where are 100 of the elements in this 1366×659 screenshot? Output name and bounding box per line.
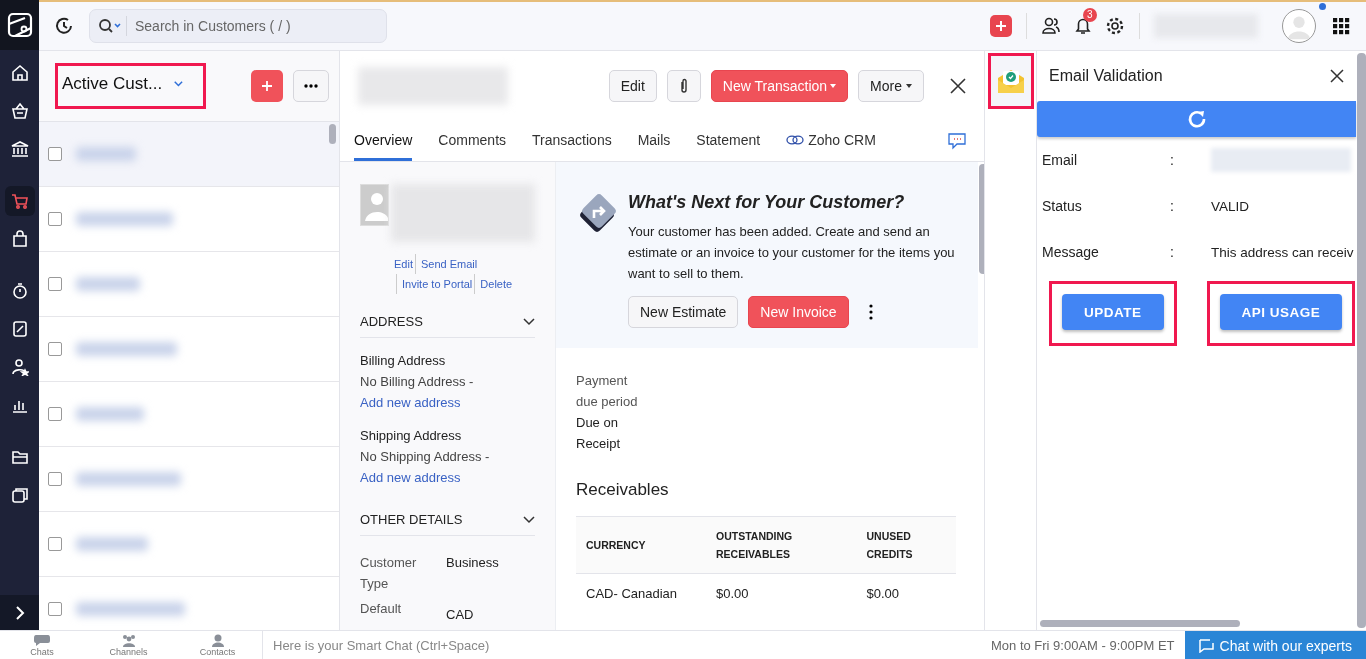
more-button[interactable]: More: [858, 70, 924, 102]
table-cell: $0.00: [856, 573, 956, 613]
kebab-menu-icon[interactable]: [868, 304, 873, 320]
new-customer-button[interactable]: [251, 70, 283, 102]
close-icon[interactable]: [950, 78, 966, 94]
ellipsis-icon: [304, 84, 318, 88]
comment-icon[interactable]: [948, 132, 966, 150]
row-checkbox[interactable]: [48, 537, 62, 551]
scrollbar-thumb[interactable]: [1040, 620, 1240, 627]
tab[interactable]: Statement: [696, 121, 761, 161]
folder-icon: [10, 448, 29, 466]
expand-button[interactable]: [0, 595, 39, 630]
plus-icon: [995, 20, 1007, 32]
chat-with-experts-button[interactable]: Chat with our experts: [1184, 631, 1366, 659]
colon-separator: :: [1170, 152, 1174, 168]
row-checkbox[interactable]: [48, 602, 62, 616]
close-icon[interactable]: [1330, 69, 1344, 83]
detail-value: Business: [446, 554, 499, 572]
panel-title: Email Validation: [1049, 67, 1163, 85]
address-text: No Shipping Address - Add new address: [360, 446, 535, 488]
chevron-down-icon[interactable]: [523, 317, 535, 326]
chevron-down-icon: [174, 80, 183, 88]
avatar-placeholder-icon: [360, 184, 389, 226]
apps-grid-icon[interactable]: [1332, 17, 1350, 35]
chat-bar-tab[interactable]: Channels: [84, 631, 173, 659]
notification-count: 3: [1083, 8, 1097, 22]
attach-button[interactable]: [666, 70, 701, 102]
address-text: No Billing Address - Add new address: [360, 371, 535, 413]
action-button[interactable]: API USAGE: [1219, 294, 1343, 330]
new-estimate-button[interactable]: New Estimate: [628, 296, 739, 328]
detail-label: Customer Type: [360, 554, 418, 593]
row-checkbox[interactable]: [48, 212, 62, 226]
new-invoice-button[interactable]: New Invoice: [748, 296, 849, 328]
column-header: CURRENCY: [576, 516, 706, 574]
tab[interactable]: Comments: [438, 121, 507, 161]
windows-icon: [10, 486, 29, 504]
cart-icon: [10, 192, 29, 210]
field-value: VALID: [1211, 198, 1249, 214]
receivables-heading: Receivables: [576, 480, 670, 500]
column-header: UNUSED CREDITS: [856, 516, 956, 574]
bank-icon: [10, 140, 29, 158]
row-checkbox[interactable]: [48, 277, 62, 291]
basket-icon: [10, 102, 29, 120]
search-field[interactable]: Search in Customers ( / ): [133, 17, 377, 35]
settings-icon[interactable]: [1105, 16, 1125, 36]
more-options-button[interactable]: [293, 70, 329, 102]
field-label: Status: [1042, 198, 1083, 214]
table-cell: CAD- Canadian: [576, 573, 706, 613]
user-icon: [10, 358, 29, 376]
add-address-link[interactable]: Add new address: [360, 467, 461, 488]
blurred-text: [76, 537, 148, 551]
chat-bubble-icon: [34, 634, 50, 647]
address-label: Billing Address: [360, 352, 447, 370]
blurred-text: [76, 147, 136, 161]
chat-bar-tab[interactable]: Chats: [0, 631, 84, 659]
scrollbar-thumb[interactable]: [329, 124, 336, 144]
chat-icon: [1198, 638, 1214, 653]
contact-link[interactable]: Send Email: [414, 254, 478, 274]
chevron-right-icon: [14, 605, 25, 620]
card-title: What's Next for Your Customer?: [628, 192, 906, 213]
new-transaction-button[interactable]: New Transaction: [710, 70, 849, 102]
percent-icon: [10, 320, 29, 338]
support-hours: Mon to Fri 9:00AM - 9:00PM ET: [991, 638, 1175, 653]
field-value: This address can receiv: [1211, 244, 1354, 260]
card-description: Your customer has been added. Create and send an estimate or an invoice to your customer for the items you want to sell to them.: [628, 223, 956, 283]
address-label: Shipping Address: [360, 427, 463, 445]
table-cell: $0.00: [706, 573, 857, 613]
contact-link[interactable]: Delete: [474, 274, 513, 294]
search-bar[interactable]: Search in Customers ( / ): [89, 9, 387, 43]
quick-create-button[interactable]: [990, 15, 1012, 37]
row-checkbox[interactable]: [48, 342, 62, 356]
blurred-text: [76, 407, 144, 421]
edit-button[interactable]: Edit: [608, 70, 657, 102]
colon-separator: :: [1170, 244, 1174, 260]
row-checkbox[interactable]: [48, 407, 62, 421]
tab[interactable]: Mails: [637, 121, 671, 161]
contact-link[interactable]: Invite to Portal: [396, 274, 473, 294]
chevron-down-icon[interactable]: [523, 515, 535, 524]
field-label: Email: [1042, 152, 1078, 168]
home-icon: [10, 64, 29, 82]
row-checkbox[interactable]: [48, 472, 62, 486]
person-icon: [209, 634, 226, 647]
colon-separator: :: [1170, 198, 1174, 214]
notification-bell-icon[interactable]: [1073, 16, 1093, 36]
chat-bar-tab[interactable]: Contacts: [173, 631, 262, 659]
user-avatar[interactable]: [1282, 9, 1316, 43]
users-icon[interactable]: [1041, 16, 1061, 36]
scrollbar-thumb[interactable]: [1357, 53, 1366, 628]
recent-history-icon[interactable]: [54, 16, 74, 36]
people-group-icon: [120, 634, 137, 647]
tab[interactable]: Transactions: [532, 121, 612, 161]
payment-label: Payment due period: [576, 372, 639, 411]
add-address-link[interactable]: Add new address: [360, 392, 461, 413]
row-checkbox[interactable]: [48, 147, 62, 161]
search-icon: [98, 18, 122, 34]
link-icon: [786, 134, 805, 145]
tab[interactable]: Zoho CRM: [786, 121, 876, 161]
action-button[interactable]: UPDATE: [1062, 294, 1164, 330]
app-logo-icon[interactable]: [0, 0, 39, 50]
contact-link[interactable]: Edit: [394, 254, 413, 274]
